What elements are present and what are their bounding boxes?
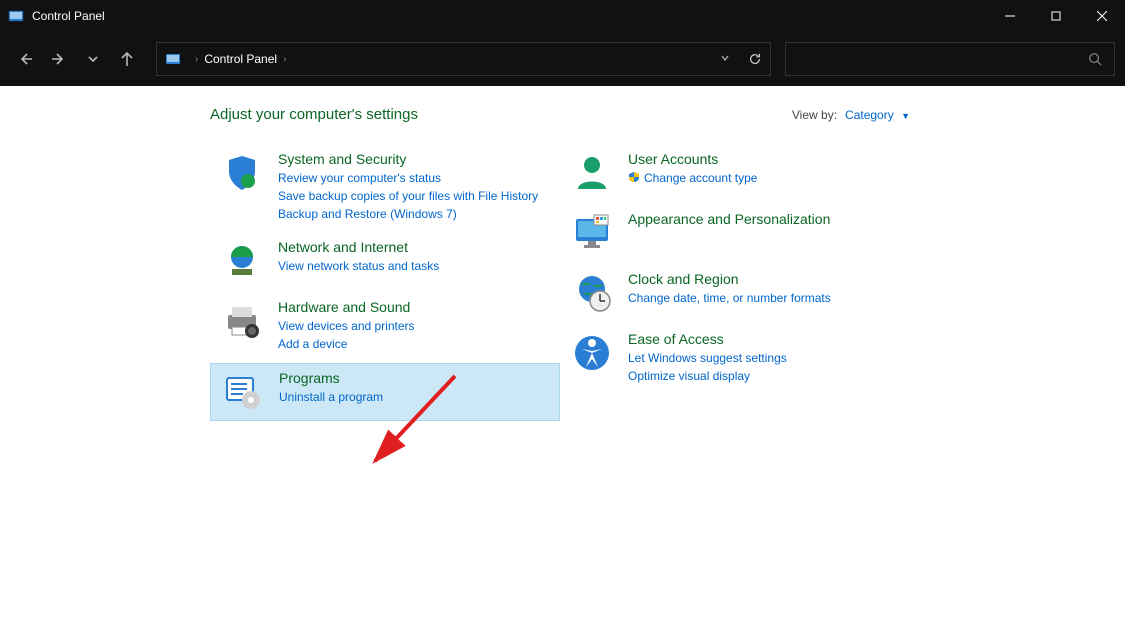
category-ease-of-access[interactable]: Ease of Access Let Windows suggest setti… — [560, 325, 910, 391]
category-appearance-and-personalization[interactable]: Appearance and Personalization — [560, 205, 910, 261]
category-title[interactable]: Hardware and Sound — [278, 299, 550, 315]
category-title[interactable]: Appearance and Personalization — [628, 211, 900, 227]
right-column: User Accounts Change account type Appear… — [560, 145, 910, 425]
category-title[interactable]: Network and Internet — [278, 239, 550, 255]
chevron-right-icon[interactable]: › — [195, 54, 198, 65]
up-button[interactable] — [112, 44, 142, 74]
category-clock-and-region[interactable]: Clock and Region Change date, time, or n… — [560, 265, 910, 321]
accessibility-icon — [570, 331, 614, 375]
user-icon — [570, 151, 614, 195]
chevron-down-icon: ▼ — [901, 111, 910, 121]
control-panel-icon — [8, 8, 24, 24]
left-column: System and Security Review your computer… — [210, 145, 560, 425]
uac-shield-icon — [628, 170, 640, 188]
close-button[interactable] — [1079, 0, 1125, 32]
chevron-right-icon[interactable]: › — [283, 54, 286, 65]
category-title[interactable]: Clock and Region — [628, 271, 900, 287]
globe-clock-icon — [570, 271, 614, 315]
link-text: Change account type — [644, 171, 757, 185]
title-bar: Control Panel — [0, 0, 1125, 32]
refresh-button[interactable] — [740, 52, 770, 66]
viewby-value: Category — [845, 108, 894, 122]
category-link[interactable]: Backup and Restore (Windows 7) — [278, 205, 550, 223]
window-title: Control Panel — [32, 9, 105, 23]
back-button[interactable] — [10, 44, 40, 74]
category-link[interactable]: Save backup copies of your files with Fi… — [278, 187, 550, 205]
category-system-and-security[interactable]: System and Security Review your computer… — [210, 145, 560, 229]
control-panel-icon — [165, 51, 181, 67]
category-title[interactable]: User Accounts — [628, 151, 900, 167]
navigation-bar: › Control Panel › — [0, 32, 1125, 86]
category-link[interactable]: Optimize visual display — [628, 367, 900, 385]
maximize-button[interactable] — [1033, 0, 1079, 32]
category-link[interactable]: Uninstall a program — [279, 388, 549, 406]
address-dropdown-button[interactable] — [720, 52, 730, 66]
forward-button[interactable] — [44, 44, 74, 74]
category-link[interactable]: Review your computer's status — [278, 169, 550, 187]
viewby-label: View by: — [792, 108, 837, 122]
viewby-dropdown[interactable]: Category ▼ — [845, 108, 910, 122]
minimize-button[interactable] — [987, 0, 1033, 32]
search-input[interactable] — [785, 42, 1115, 76]
category-title[interactable]: Ease of Access — [628, 331, 900, 347]
category-link[interactable]: Add a device — [278, 335, 550, 353]
recent-locations-button[interactable] — [78, 44, 108, 74]
category-link[interactable]: Let Windows suggest settings — [628, 349, 900, 367]
shield-icon — [220, 151, 264, 195]
category-link[interactable]: View network status and tasks — [278, 257, 550, 275]
address-bar[interactable]: › Control Panel › — [156, 42, 771, 76]
category-title[interactable]: System and Security — [278, 151, 550, 167]
category-link[interactable]: View devices and printers — [278, 317, 550, 335]
category-user-accounts[interactable]: User Accounts Change account type — [560, 145, 910, 201]
page-title: Adjust your computer's settings — [210, 106, 418, 123]
category-network-and-internet[interactable]: Network and Internet View network status… — [210, 233, 560, 289]
network-icon — [220, 239, 264, 283]
breadcrumb-root[interactable]: Control Panel — [204, 52, 277, 66]
category-title[interactable]: Programs — [279, 370, 549, 386]
programs-icon — [221, 370, 265, 414]
category-hardware-and-sound[interactable]: Hardware and Sound View devices and prin… — [210, 293, 560, 359]
printer-icon — [220, 299, 264, 343]
category-programs[interactable]: Programs Uninstall a program — [210, 363, 560, 421]
content-area: Adjust your computer's settings View by:… — [0, 86, 1125, 634]
category-link[interactable]: Change account type — [628, 169, 900, 188]
monitor-icon — [570, 211, 614, 255]
category-link[interactable]: Change date, time, or number formats — [628, 289, 900, 307]
